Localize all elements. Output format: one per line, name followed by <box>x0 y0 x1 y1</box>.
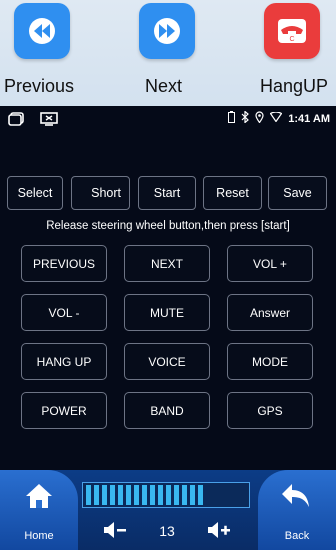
save-button[interactable]: Save <box>268 176 327 210</box>
select-button[interactable]: Select <box>7 176 63 210</box>
volume-segment <box>158 485 163 505</box>
legend-strip: Previous Next C HangUP <box>0 0 336 106</box>
start-button[interactable]: Start <box>138 176 196 210</box>
legend-next: Next <box>125 0 209 106</box>
volume-segment <box>86 485 91 505</box>
key-next[interactable]: NEXT <box>124 245 210 282</box>
key-previous[interactable]: PREVIOUS <box>21 245 107 282</box>
key-mute[interactable]: MUTE <box>124 294 210 331</box>
legend-hangup: C HangUP <box>250 0 336 106</box>
skip-back-icon <box>14 3 70 59</box>
back-label: Back <box>284 530 310 542</box>
speaker-minus-icon <box>102 521 128 542</box>
volume-segment <box>94 485 99 505</box>
volume-segment <box>126 485 131 505</box>
status-bar: 1:41 AM <box>0 106 336 132</box>
volume-segment <box>166 485 171 505</box>
home-icon <box>24 482 54 515</box>
legend-previous: Previous <box>0 0 84 106</box>
back-button[interactable]: Back <box>258 470 336 550</box>
legend-label-hangup: HangUP <box>260 76 329 96</box>
speaker-plus-icon <box>206 521 232 542</box>
volume-up-button[interactable] <box>204 516 234 546</box>
key-vol-up[interactable]: VOL + <box>227 245 313 282</box>
key-answer[interactable]: Answer <box>227 294 313 331</box>
volume-value: 13 <box>159 523 175 539</box>
volume-segment <box>174 485 179 505</box>
volume-segment <box>142 485 147 505</box>
skip-forward-icon <box>139 3 195 59</box>
short-button[interactable]: Short <box>71 176 130 210</box>
location-icon <box>255 111 264 126</box>
legend-label-previous: Previous <box>4 76 75 96</box>
clock-time: 1:41 AM <box>288 112 330 125</box>
svg-text:C: C <box>289 36 294 43</box>
legend-label-next: Next <box>145 76 183 96</box>
key-vol-down[interactable]: VOL - <box>21 294 107 331</box>
key-voice[interactable]: VOICE <box>124 343 210 380</box>
volume-segment <box>182 485 187 505</box>
instruction-text: Release steering wheel button,then press… <box>46 220 290 232</box>
home-label: Home <box>24 530 54 542</box>
back-arrow-icon <box>280 482 312 515</box>
recent-apps-icon[interactable] <box>8 112 24 131</box>
volume-segment <box>110 485 115 505</box>
device-screen: 1:41 AM Select Short Start Reset Save Re… <box>0 106 336 550</box>
volume-segment <box>134 485 139 505</box>
volume-segment <box>150 485 155 505</box>
wifi-icon <box>269 111 283 125</box>
bottom-dock: Home 13 Back <box>0 470 336 550</box>
volume-segment <box>102 485 107 505</box>
bluetooth-icon <box>241 110 250 126</box>
volume-segment <box>198 485 203 505</box>
screen-icon[interactable] <box>40 112 58 131</box>
battery-icon <box>228 111 236 126</box>
volume-down-button[interactable] <box>100 516 130 546</box>
key-power[interactable]: POWER <box>21 392 107 429</box>
home-button[interactable]: Home <box>0 470 78 550</box>
key-gps[interactable]: GPS <box>227 392 313 429</box>
key-hang-up[interactable]: HANG UP <box>21 343 107 380</box>
volume-level-bar[interactable] <box>82 482 250 508</box>
status-icons: 1:41 AM <box>228 110 330 126</box>
volume-segment <box>118 485 123 505</box>
volume-segment <box>190 485 195 505</box>
hang-up-icon: C <box>264 3 320 59</box>
key-band[interactable]: BAND <box>124 392 210 429</box>
key-mode[interactable]: MODE <box>227 343 313 380</box>
reset-button[interactable]: Reset <box>203 176 262 210</box>
